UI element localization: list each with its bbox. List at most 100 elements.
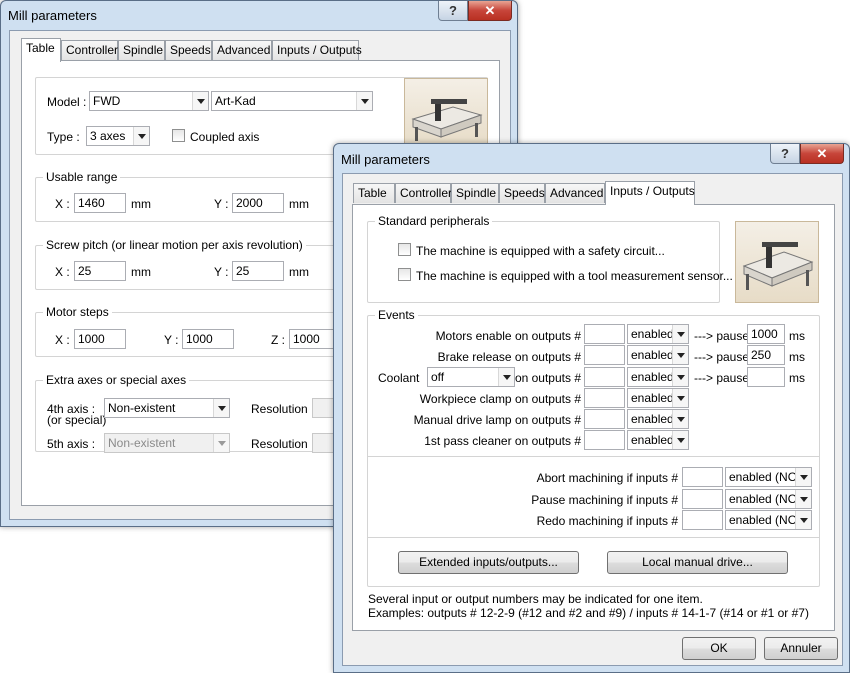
chevron-down-icon	[672, 389, 688, 407]
range-x-input[interactable]: 1460	[74, 193, 126, 213]
safety-circuit-checkbox[interactable]	[398, 243, 411, 256]
tab-advanced[interactable]: Advanced	[212, 40, 272, 60]
tab-spindle[interactable]: Spindle	[451, 183, 499, 203]
workpiece-clamp-state-select[interactable]: enabled	[627, 388, 689, 408]
first-pass-cleaner-state-select[interactable]: enabled	[627, 430, 689, 450]
axis5-select[interactable]: Non-existent	[104, 433, 230, 453]
redo-machining-state-select[interactable]: enabled (NO)	[725, 510, 812, 530]
pitch-y-input[interactable]: 25	[232, 261, 284, 281]
axis4-select[interactable]: Non-existent	[104, 398, 230, 418]
tab-speeds[interactable]: Speeds	[165, 40, 212, 60]
brake-release-state-select[interactable]: enabled	[627, 345, 689, 365]
motor-steps-label: Motor steps	[43, 305, 112, 319]
brake-release-output-input[interactable]	[584, 345, 625, 365]
axis5-label: 5th axis :	[47, 437, 96, 451]
tab-table[interactable]: Table	[21, 38, 61, 62]
motors-enable-label: Motors enable on outputs #	[435, 329, 581, 343]
extended-io-button[interactable]: Extended inputs/outputs...	[398, 551, 579, 574]
pause-machining-input[interactable]	[682, 489, 723, 509]
tab-controller[interactable]: Controller	[61, 40, 118, 60]
chevron-down-icon	[672, 325, 688, 343]
manual-drive-lamp-output-input[interactable]	[584, 409, 625, 429]
chevron-down-icon	[672, 346, 688, 364]
coolant-select[interactable]: off	[427, 367, 515, 387]
tab-panel: Standard peripherals The machine is equi…	[352, 204, 835, 631]
motors-enable-output-input[interactable]	[584, 324, 625, 344]
steps-z-label: Z :	[271, 333, 285, 347]
extra-axes-label: Extra axes or special axes	[43, 373, 190, 387]
coolant-pause-label: ---> pause	[694, 371, 750, 385]
front-dialog: Mill parameters ? ✕ Table Controller Spi…	[333, 143, 850, 673]
tab-inputs-outputs[interactable]: Inputs / Outputs	[272, 40, 362, 60]
help-button[interactable]: ?	[438, 1, 468, 21]
close-button[interactable]: ✕	[800, 144, 844, 164]
events-divider-2	[367, 537, 820, 538]
manual-drive-lamp-label: Manual drive lamp on outputs #	[413, 413, 581, 427]
coolant-output-input[interactable]	[584, 367, 625, 387]
pitch-y-unit: mm	[289, 265, 309, 279]
axis4-resolution-label: Resolution :	[251, 402, 315, 416]
tab-controller[interactable]: Controller	[395, 183, 452, 203]
coolant-pause-input[interactable]	[747, 367, 785, 387]
pause-machining-state-select[interactable]: enabled (NO)	[725, 489, 812, 509]
type-label: Type :	[47, 130, 80, 144]
usable-range-label: Usable range	[43, 170, 121, 184]
axis4-sublabel: (or special)	[47, 413, 107, 427]
standard-peripherals-group: Standard peripherals	[367, 214, 720, 303]
pause-machining-label: Pause machining if inputs #	[531, 493, 678, 507]
close-button[interactable]: ✕	[468, 1, 512, 21]
tab-speeds[interactable]: Speeds	[499, 183, 545, 203]
range-y-label: Y :	[214, 197, 229, 211]
machine-image	[735, 221, 819, 303]
pitch-x-unit: mm	[131, 265, 151, 279]
model-variant-select[interactable]: Art-Kad	[211, 91, 373, 111]
workpiece-clamp-label: Workpiece clamp on outputs #	[419, 392, 581, 406]
range-y-input[interactable]: 2000	[232, 193, 284, 213]
model-select[interactable]: FWD	[89, 91, 209, 111]
coolant-label: Coolant	[378, 371, 420, 385]
tab-inputs-outputs[interactable]: Inputs / Outputs	[605, 181, 695, 205]
help-button[interactable]: ?	[770, 144, 800, 164]
abort-machining-state-select[interactable]: enabled (NO)	[725, 467, 812, 487]
chevron-down-icon	[498, 368, 514, 386]
manual-drive-lamp-state-select[interactable]: enabled	[627, 409, 689, 429]
coupled-axis-checkbox[interactable]	[172, 129, 185, 142]
first-pass-cleaner-output-input[interactable]	[584, 430, 625, 450]
first-pass-cleaner-label: 1st pass cleaner on outputs #	[424, 434, 581, 448]
chevron-down-icon	[672, 368, 688, 386]
help-note-line2: Examples: outputs # 12-2-9 (#12 and #2 a…	[368, 606, 809, 620]
coupled-axis-label: Coupled axis	[190, 130, 260, 144]
chevron-down-icon	[795, 490, 811, 508]
brake-release-pause-input[interactable]: 250	[747, 345, 785, 365]
type-select[interactable]: 3 axes	[86, 126, 150, 146]
redo-machining-input[interactable]	[682, 510, 723, 530]
chevron-down-icon	[672, 431, 688, 449]
cnc-machine-icon	[742, 242, 814, 290]
coolant-state-select[interactable]: enabled	[627, 367, 689, 387]
range-y-unit: mm	[289, 197, 309, 211]
tool-sensor-checkbox[interactable]	[398, 268, 411, 281]
abort-machining-input[interactable]	[682, 467, 723, 487]
steps-y-input[interactable]: 1000	[182, 329, 234, 349]
abort-machining-label: Abort machining if inputs #	[536, 471, 678, 485]
redo-machining-label: Redo machining if inputs #	[536, 514, 678, 528]
events-label: Events	[375, 308, 418, 322]
model-label: Model :	[47, 95, 87, 109]
tab-spindle[interactable]: Spindle	[118, 40, 165, 60]
workpiece-clamp-output-input[interactable]	[584, 388, 625, 408]
tab-advanced[interactable]: Advanced	[545, 183, 605, 203]
steps-x-input[interactable]: 1000	[74, 329, 126, 349]
chevron-down-icon	[356, 92, 372, 110]
motors-enable-pause-input[interactable]: 1000	[747, 324, 785, 344]
chevron-down-icon	[213, 399, 229, 417]
chevron-down-icon	[672, 410, 688, 428]
cancel-button[interactable]: Annuler	[764, 637, 838, 660]
pitch-x-input[interactable]: 25	[74, 261, 126, 281]
machine-image	[404, 78, 488, 148]
cnc-machine-icon	[411, 99, 483, 141]
tab-table[interactable]: Table	[353, 183, 395, 203]
ok-button[interactable]: OK	[682, 637, 756, 660]
local-manual-drive-button[interactable]: Local manual drive...	[607, 551, 788, 574]
brake-release-label: Brake release on outputs #	[437, 350, 581, 364]
motors-enable-state-select[interactable]: enabled	[627, 324, 689, 344]
